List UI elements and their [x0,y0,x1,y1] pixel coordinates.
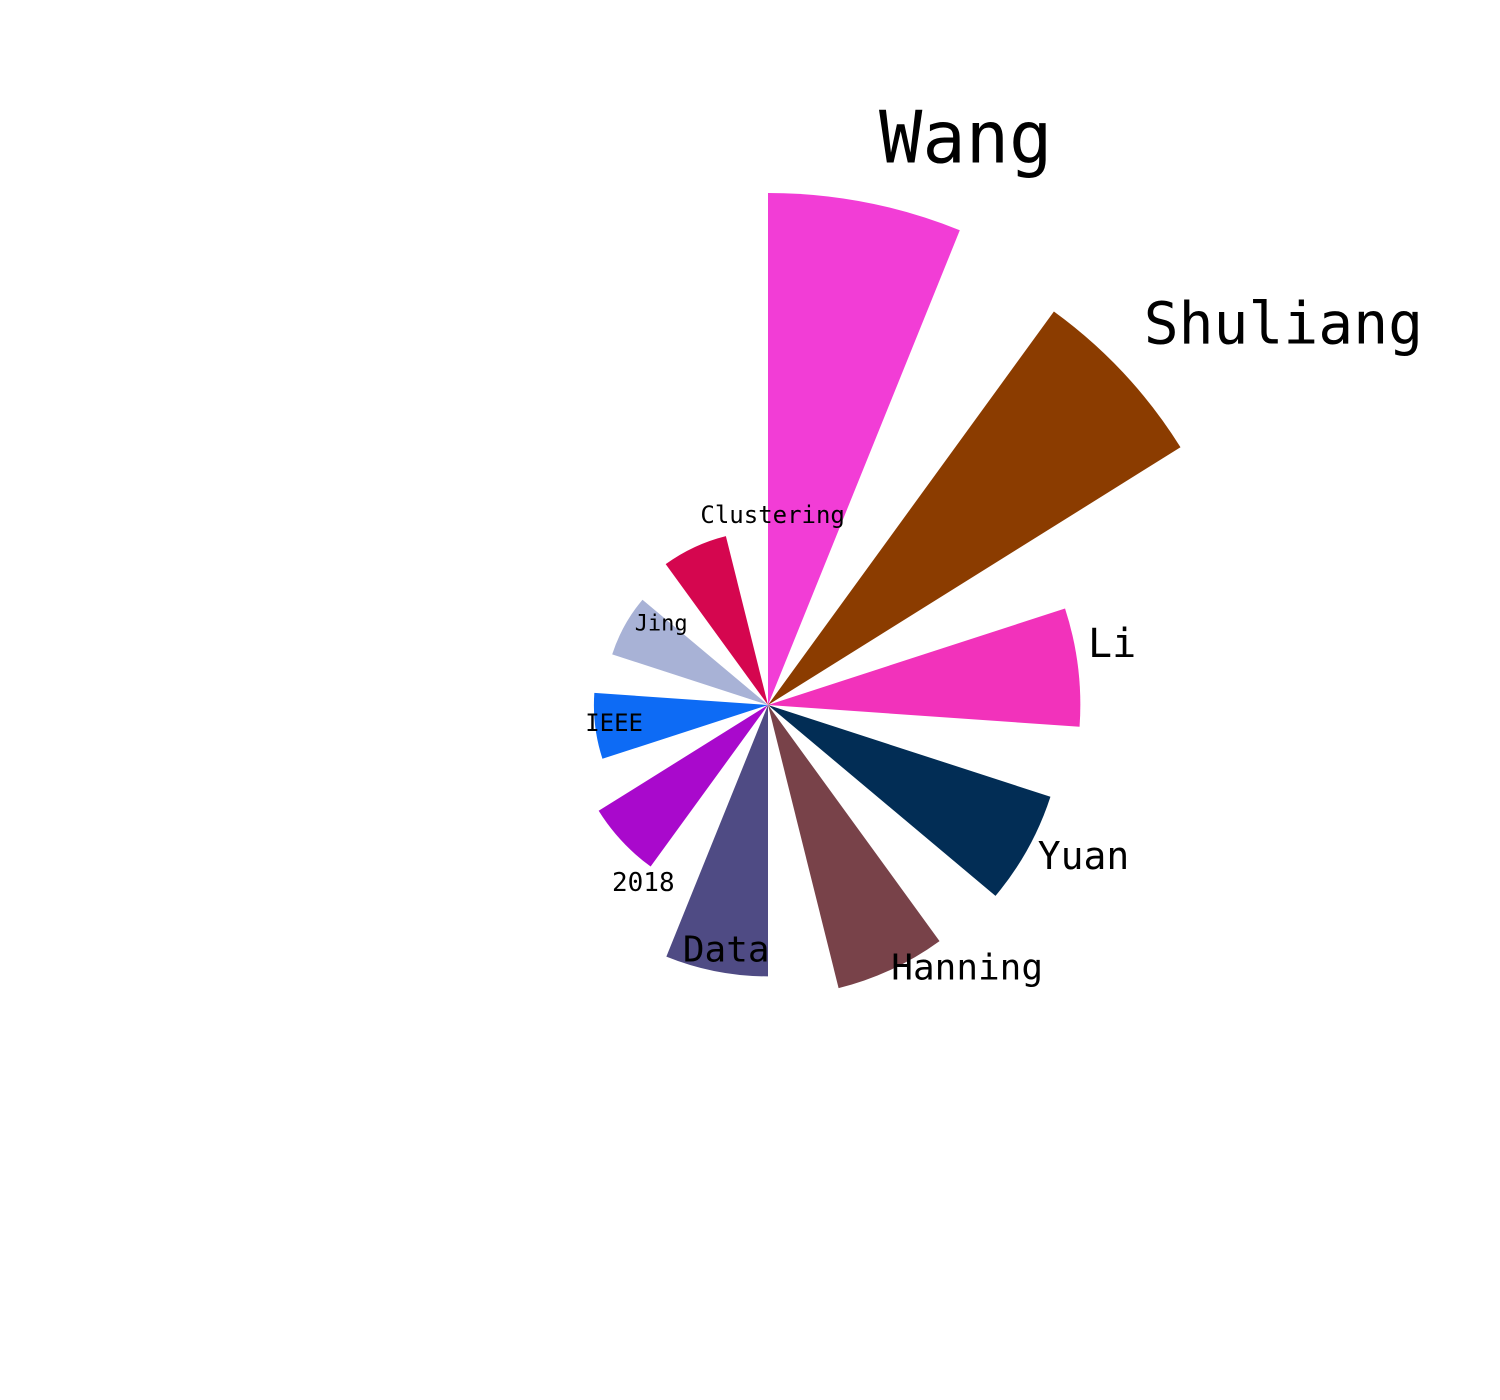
label-clustering: Clustering [700,501,845,529]
label-hanning: Hanning [891,948,1043,989]
label-data: Data [683,929,770,970]
label-shuliang: Shuliang [1144,289,1423,357]
label-yuan: Yuan [1038,834,1130,878]
chart-area: Wang Shuliang Li Yuan Hanning Data 2018 IEEE Jin… [0,0,1500,1400]
label-ieee: IEEE [585,709,643,737]
label-2018: 2018 [612,868,675,898]
label-wang: Wang [879,95,1052,179]
label-jing: Jing [635,612,688,637]
polar-wedge-chart: Wang Shuliang Li Yuan Hanning Data 2018 IEEE Jin… [585,95,1423,989]
label-li: Li [1088,621,1136,667]
